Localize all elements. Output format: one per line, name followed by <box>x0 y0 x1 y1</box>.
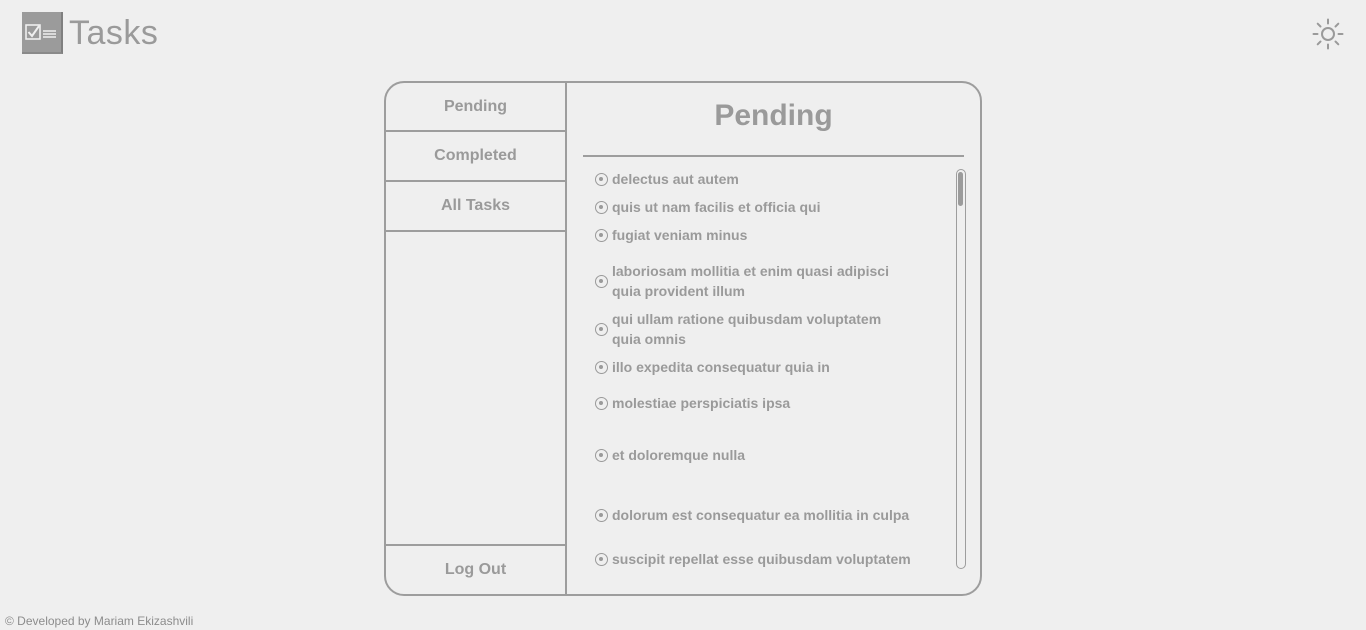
radio-icon[interactable] <box>595 200 608 214</box>
list-item[interactable]: fugiat veniam minus <box>595 225 912 245</box>
footer-credit: © Developed by Mariam Ekizashvili <box>5 614 194 628</box>
list-item[interactable]: laboriosam mollitia et enim quasi adipis… <box>595 261 912 301</box>
task-label: molestiae perspiciatis ipsa <box>612 395 791 411</box>
list-item[interactable]: illo expedita consequatur quia in <box>595 357 912 377</box>
task-label: fugiat veniam minus <box>612 227 748 243</box>
sidebar-item-completed[interactable]: Completed <box>386 132 565 182</box>
task-label: illo expedita consequatur quia in <box>612 359 830 375</box>
app-logo: Tasks <box>22 12 158 54</box>
sidebar-item-all-tasks[interactable]: All Tasks <box>386 182 565 232</box>
task-label: et doloremque nulla <box>612 447 746 463</box>
tasks-panel: Pending Completed All Tasks Log Out Pend… <box>384 81 982 596</box>
list-item[interactable]: molestiae perspiciatis ipsa <box>595 393 912 413</box>
app-title: Tasks <box>69 14 159 52</box>
task-label: dolorum est consequatur ea mollitia in c… <box>612 507 910 523</box>
list-item[interactable]: suscipit repellat esse quibusdam volupta… <box>595 549 912 569</box>
main-content: Pending delectus aut autem quis ut nam f… <box>567 83 980 594</box>
sun-icon <box>1312 18 1344 50</box>
task-label: qui ullam ratione quibusdam voluptatem q… <box>612 311 882 347</box>
radio-icon[interactable] <box>595 508 608 522</box>
theme-toggle-button[interactable] <box>1312 18 1344 50</box>
radio-icon[interactable] <box>595 172 608 186</box>
list-item[interactable]: quis ut nam facilis et officia qui <box>595 197 912 217</box>
radio-icon[interactable] <box>595 322 608 336</box>
page-title: Pending <box>714 99 833 132</box>
list-item[interactable]: qui ullam ratione quibusdam voluptatem q… <box>595 309 912 349</box>
radio-icon[interactable] <box>595 228 608 242</box>
divider <box>583 155 964 157</box>
logout-button[interactable]: Log Out <box>386 544 565 594</box>
radio-icon[interactable] <box>595 396 608 410</box>
list-item[interactable]: dolorum est consequatur ea mollitia in c… <box>595 505 912 525</box>
task-list[interactable]: delectus aut autem quis ut nam facilis e… <box>595 169 935 569</box>
list-item[interactable]: et doloremque nulla <box>595 445 912 465</box>
radio-icon[interactable] <box>595 552 608 566</box>
sidebar-item-pending[interactable]: Pending <box>386 83 565 132</box>
radio-icon[interactable] <box>595 360 608 374</box>
task-label: quis ut nam facilis et officia qui <box>612 199 821 215</box>
list-item[interactable]: delectus aut autem <box>595 169 912 189</box>
radio-icon[interactable] <box>595 274 608 288</box>
scrollbar[interactable] <box>956 169 966 569</box>
task-label: laboriosam mollitia et enim quasi adipis… <box>612 263 889 299</box>
checklist-icon <box>22 12 63 54</box>
task-label: suscipit repellat esse quibusdam volupta… <box>612 551 911 567</box>
radio-icon[interactable] <box>595 448 608 462</box>
task-label: delectus aut autem <box>612 171 739 187</box>
scrollbar-thumb[interactable] <box>958 172 963 206</box>
sidebar: Pending Completed All Tasks Log Out <box>386 83 567 594</box>
